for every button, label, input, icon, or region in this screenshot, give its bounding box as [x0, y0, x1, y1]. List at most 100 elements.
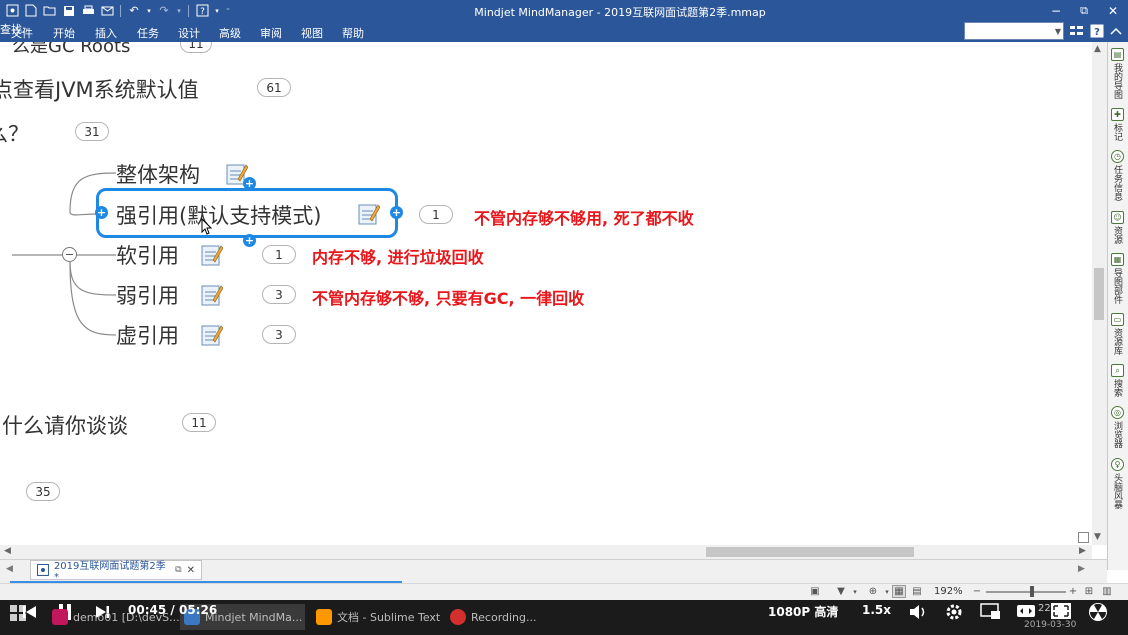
tab-advanced[interactable]: 高级 [219, 25, 241, 41]
note-icon[interactable] [201, 283, 223, 307]
note-icon[interactable] [358, 202, 380, 226]
sidebar-item-markers[interactable]: ✚ 标记 [1109, 108, 1126, 141]
zoom-in-icon[interactable]: + [1066, 585, 1080, 598]
scroll-down-icon[interactable]: ▼ [1094, 532, 1101, 542]
settings-gear-icon[interactable] [944, 602, 964, 625]
sidebar-label: 我的导图 [1112, 63, 1122, 99]
vertical-scroll-thumb[interactable] [1094, 268, 1104, 320]
add-topic-left-icon[interactable]: + [95, 206, 108, 219]
tab-float-icon[interactable]: ⧉ [175, 565, 181, 575]
search-input[interactable]: ▼ [964, 22, 1064, 40]
tab-review[interactable]: 审阅 [260, 25, 282, 41]
tab-task[interactable]: 任务 [137, 25, 159, 41]
note-icon[interactable] [201, 323, 223, 347]
add-topic-right-icon[interactable]: + [390, 206, 403, 219]
save-icon[interactable] [61, 3, 77, 18]
tab-file[interactable]: 文件 [11, 25, 33, 41]
sidebar-item-resources[interactable]: ☺ 资源 [1109, 211, 1126, 244]
sidebar-item-map-parts[interactable]: ▦ 导图部件 [1109, 253, 1126, 304]
subtopic-soft-reference[interactable]: 软引用 [116, 240, 179, 270]
tab-design[interactable]: 设计 [178, 25, 200, 41]
subtopic-overall-architecture[interactable]: 整体架构 [116, 159, 200, 189]
redo-dropdown-icon[interactable]: ▾ [175, 3, 183, 18]
restore-button[interactable]: ⧉ [1070, 0, 1098, 21]
taskbar-item-sublime[interactable]: 文档 - Sublime Text [312, 604, 442, 630]
horizontal-scroll-thumb[interactable] [706, 547, 914, 557]
picture-in-picture-icon[interactable] [980, 603, 1002, 624]
add-topic-above-icon[interactable]: + [243, 177, 256, 190]
title-bar: ↶ ▾ ↷ ▾ ? ▾ ⁼ Mindjet MindManager - 2019… [0, 0, 1128, 21]
sidebar-item-my-maps[interactable]: ▤ 我的导图 [1109, 48, 1126, 99]
tabs-scroll-right-icon[interactable]: ▶ [1078, 564, 1085, 574]
partial-topic[interactable]: 什么请你谈谈 [2, 410, 128, 440]
sidebar-item-library[interactable]: ▭ 资源库 [1109, 313, 1126, 355]
filter-dropdown-icon[interactable]: ▾ [848, 585, 862, 598]
layout-options-icon[interactable] [1068, 23, 1084, 39]
speed-selector[interactable]: 1.5x [862, 603, 891, 617]
tab-close-icon[interactable]: ✕ [187, 565, 195, 576]
taskbar-item-recording[interactable]: Recording... [446, 604, 546, 630]
close-button[interactable]: ✕ [1099, 0, 1127, 21]
open-icon[interactable] [42, 3, 58, 18]
sidebar-label: 头脑风暴 [1112, 473, 1122, 509]
subtopic-weak-reference[interactable]: 弱引用 [116, 280, 179, 310]
sidebar-item-search[interactable]: ⌕ 搜索 [1109, 364, 1126, 397]
note-icon[interactable] [201, 243, 223, 267]
search-dropdown-icon[interactable]: ▼ [1055, 27, 1061, 36]
intellij-icon [52, 609, 68, 625]
customize-toolbar-icon[interactable]: ⁼ [224, 3, 232, 18]
fit-width-icon[interactable] [1016, 604, 1036, 621]
export-icon[interactable]: ▣ [808, 585, 822, 598]
sidebar-item-browser[interactable]: ◎ 浏览器 [1109, 406, 1126, 448]
scroll-left-icon[interactable]: ◀ [4, 546, 11, 556]
tabs-scroll-left-icon[interactable]: ◀ [6, 564, 13, 574]
help-button-icon[interactable]: ? [1089, 23, 1105, 39]
overview-icon[interactable] [1078, 532, 1089, 543]
volume-icon[interactable] [908, 603, 928, 624]
sidebar-item-task-info[interactable]: ◷ 任务信息 [1109, 150, 1126, 201]
fit-map-icon[interactable]: ⊞ [1082, 585, 1096, 598]
undo-icon[interactable]: ↶ [126, 3, 142, 18]
collapse-toggle[interactable]: − [62, 247, 77, 262]
clock-date: 2019-03-30 [1024, 620, 1077, 630]
radiation-tray-icon[interactable] [1088, 602, 1108, 625]
previous-icon[interactable] [22, 604, 38, 623]
tab-view[interactable]: 视图 [301, 25, 323, 41]
tab-home[interactable]: 开始 [53, 25, 75, 41]
quality-selector[interactable]: 1080P 高清 [768, 603, 838, 620]
document-tab[interactable]: 2019互联网面试题第2季* ⧉ ✕ [30, 560, 202, 583]
tab-insert[interactable]: 插入 [95, 25, 117, 41]
undo-dropdown-icon[interactable]: ▾ [145, 3, 153, 18]
filter-icon[interactable]: ▼ [834, 585, 848, 598]
new-icon[interactable] [23, 3, 39, 18]
help-icon[interactable]: ? [194, 3, 210, 18]
subtopic-strong-reference[interactable]: 强引用(默认支持模式) [116, 200, 321, 230]
add-topic-below-icon[interactable]: + [243, 234, 256, 247]
topic-count-badge: 61 [257, 78, 291, 97]
search-icon: ⌕ [1111, 364, 1124, 377]
ribbon-collapse-icon[interactable] [1108, 23, 1124, 39]
zoom-slider-knob[interactable] [1030, 586, 1034, 597]
zoom-slider[interactable] [986, 591, 1066, 593]
scroll-right-icon[interactable]: ▶ [1079, 546, 1086, 556]
zoom-out-icon[interactable]: − [970, 585, 984, 598]
tab-help[interactable]: 帮助 [342, 25, 364, 41]
topic-count-badge: 3 [262, 285, 296, 304]
pane-toggle-icon[interactable]: ▥ [1100, 585, 1114, 598]
focus-icon[interactable]: ⊕ [866, 585, 880, 598]
search-label: 查找: [0, 23, 26, 36]
redo-icon[interactable]: ↷ [156, 3, 172, 18]
scroll-up-icon[interactable]: ▲ [1094, 44, 1101, 54]
map-view-icon[interactable]: ▦ [892, 585, 906, 598]
map-parts-icon: ▦ [1111, 253, 1124, 266]
help-dropdown-icon[interactable]: ▾ [213, 3, 221, 18]
sidebar-item-brainstorm[interactable]: ♀ 头脑风暴 [1109, 458, 1126, 509]
mail-icon[interactable] [99, 3, 115, 18]
subtopic-phantom-reference[interactable]: 虚引用 [116, 320, 179, 350]
map-canvas[interactable]: 么是GC Roots 11 点查看JVM系统默认值 61 么？ 31 ？ 什么请… [0, 42, 1092, 545]
outline-view-icon[interactable]: ▤ [910, 585, 924, 598]
print-icon[interactable] [80, 3, 96, 18]
minimize-button[interactable]: − [1042, 0, 1070, 21]
app-icon[interactable] [4, 3, 20, 18]
text-cursor-icon [201, 218, 212, 235]
